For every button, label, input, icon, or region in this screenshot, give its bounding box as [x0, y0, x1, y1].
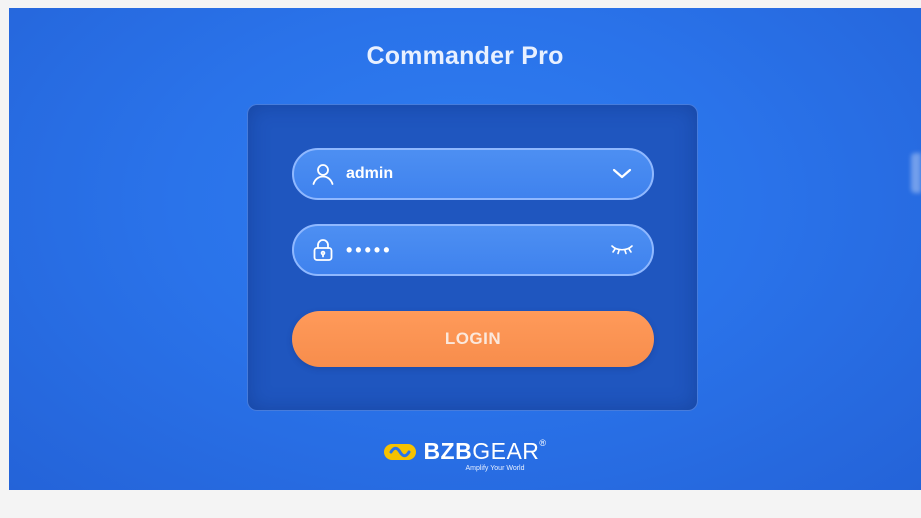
brand-name-bold: BZB — [423, 438, 473, 464]
bzbgear-logo-icon — [383, 441, 417, 463]
login-screen: Commander Pro admin ••••• LOGIN BZBGEAR®… — [9, 8, 921, 490]
eye-closed-icon[interactable] — [608, 238, 636, 262]
password-value[interactable]: ••••• — [346, 240, 608, 261]
brand-row: BZBGEAR® — [383, 438, 546, 465]
chevron-down-icon[interactable] — [608, 162, 636, 186]
registered-mark: ® — [539, 438, 547, 448]
lock-icon — [310, 237, 336, 263]
brand-name: BZBGEAR® — [423, 438, 546, 465]
brand-footer: BZBGEAR® Amplify Your World — [9, 438, 921, 472]
user-icon — [310, 161, 336, 187]
password-field[interactable]: ••••• — [292, 224, 654, 276]
app-title: Commander Pro — [366, 42, 564, 70]
brand-tagline: Amplify Your World — [465, 465, 525, 472]
login-panel: admin ••••• LOGIN — [247, 104, 698, 411]
username-field[interactable]: admin — [292, 148, 654, 200]
login-button[interactable]: LOGIN — [292, 311, 654, 367]
edge-glow — [911, 153, 921, 193]
brand-name-light: GEAR — [472, 438, 540, 464]
username-value[interactable]: admin — [346, 165, 608, 183]
